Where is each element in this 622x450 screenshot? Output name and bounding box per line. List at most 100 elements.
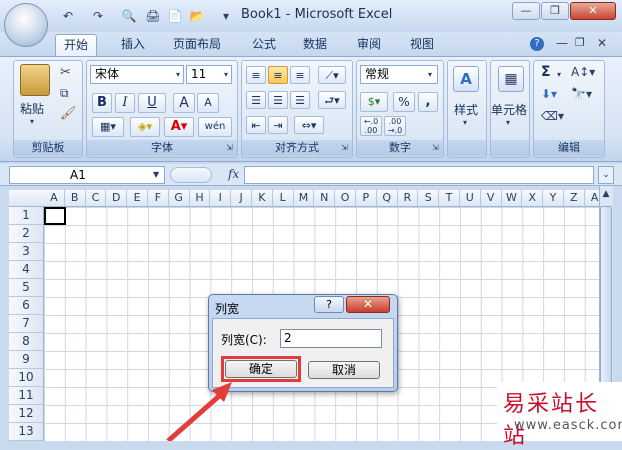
column-header[interactable]: L bbox=[273, 190, 294, 206]
styles-button[interactable]: 样式 bbox=[454, 101, 478, 118]
minimize-icon[interactable]: — bbox=[512, 2, 540, 20]
align-left-icon[interactable]: ☰ bbox=[246, 91, 266, 109]
column-width-input[interactable]: 2 bbox=[280, 329, 382, 348]
font-dialog-launcher-icon[interactable]: ⇲ bbox=[226, 143, 233, 152]
ribbon-minimize-icon[interactable]: — bbox=[556, 36, 568, 50]
row-header[interactable]: 1 bbox=[9, 207, 43, 225]
column-header[interactable]: Q bbox=[377, 190, 398, 206]
column-header[interactable]: F bbox=[148, 190, 169, 206]
scroll-thumb[interactable] bbox=[600, 206, 612, 386]
align-bottom-icon[interactable]: ≡ bbox=[290, 66, 310, 84]
align-center-icon[interactable]: ☰ bbox=[268, 91, 288, 109]
tab-review[interactable]: 审阅 bbox=[349, 34, 389, 56]
row-header[interactable]: 13 bbox=[9, 423, 43, 441]
new-file-icon[interactable]: 📄 bbox=[166, 7, 184, 25]
row-header[interactable]: 12 bbox=[9, 405, 43, 423]
row-header[interactable]: 11 bbox=[9, 387, 43, 405]
fill-icon[interactable]: ⬇▾ bbox=[541, 87, 557, 101]
tab-insert[interactable]: 插入 bbox=[113, 34, 153, 56]
percent-button[interactable]: % bbox=[393, 92, 415, 112]
sort-filter-icon[interactable]: A↕▾ bbox=[571, 65, 595, 79]
row-header[interactable]: 10 bbox=[9, 369, 43, 387]
font-color-button[interactable]: A▾ bbox=[164, 117, 194, 137]
column-header[interactable]: X bbox=[522, 190, 544, 206]
office-button[interactable] bbox=[4, 3, 48, 47]
column-header[interactable]: K bbox=[252, 190, 273, 206]
column-header[interactable]: T bbox=[439, 190, 460, 206]
open-file-icon[interactable]: 📂 bbox=[188, 7, 206, 25]
formula-bar-splitter[interactable] bbox=[170, 167, 212, 183]
cells-icon[interactable]: ▦ bbox=[498, 66, 524, 92]
expand-formula-bar-icon[interactable]: ⌄ bbox=[598, 166, 614, 184]
column-header[interactable]: W bbox=[502, 190, 523, 206]
wrap-text-icon[interactable]: ⮐▾ bbox=[318, 91, 346, 109]
copy-icon[interactable]: ⧉ bbox=[60, 86, 69, 101]
column-header[interactable]: V bbox=[481, 190, 502, 206]
print-preview-icon[interactable]: 🔍 bbox=[120, 7, 138, 25]
print-icon[interactable]: 🖨 bbox=[144, 7, 162, 25]
number-format-combo[interactable]: 常规 bbox=[360, 65, 438, 84]
redo-icon[interactable]: ↷ bbox=[90, 7, 106, 25]
insert-function-button[interactable]: fx bbox=[228, 167, 239, 181]
number-dialog-launcher-icon[interactable]: ⇲ bbox=[432, 143, 439, 152]
tab-home[interactable]: 开始 bbox=[55, 34, 98, 56]
underline-button[interactable]: U bbox=[138, 93, 166, 113]
styles-dropdown-icon[interactable]: ▾ bbox=[463, 118, 467, 127]
format-painter-icon[interactable]: 🖌 bbox=[60, 106, 77, 121]
row-header[interactable]: 6 bbox=[9, 297, 43, 315]
formula-input[interactable] bbox=[244, 166, 594, 184]
ok-button[interactable]: 确定 bbox=[225, 360, 297, 378]
column-header[interactable]: H bbox=[190, 190, 211, 206]
dialog-close-button[interactable]: ✕ bbox=[346, 296, 390, 313]
workbook-close-icon[interactable]: ✕ bbox=[597, 36, 607, 50]
autosum-button[interactable]: Σ bbox=[541, 64, 551, 80]
column-header[interactable]: A bbox=[44, 190, 65, 206]
row-header[interactable]: 3 bbox=[9, 243, 43, 261]
increase-indent-icon[interactable]: ⇥ bbox=[268, 116, 288, 134]
paste-icon[interactable] bbox=[20, 64, 50, 96]
align-right-icon[interactable]: ☰ bbox=[290, 91, 310, 109]
italic-button[interactable]: I bbox=[115, 93, 135, 113]
fill-color-button[interactable]: ◈▾ bbox=[130, 117, 160, 137]
paste-dropdown-icon[interactable]: ▾ bbox=[30, 117, 34, 126]
restore-icon[interactable]: ❐ bbox=[541, 2, 569, 20]
column-header[interactable]: O bbox=[335, 190, 356, 206]
font-name-combo[interactable]: 宋体 bbox=[90, 65, 184, 84]
scroll-up-icon[interactable]: ▲ bbox=[600, 189, 612, 201]
shrink-font-button[interactable]: A bbox=[197, 93, 219, 113]
column-header[interactable]: G bbox=[169, 190, 190, 206]
row-header[interactable]: 5 bbox=[9, 279, 43, 297]
row-header[interactable]: 7 bbox=[9, 315, 43, 333]
row-header[interactable]: 8 bbox=[9, 333, 43, 351]
align-top-icon[interactable]: ≡ bbox=[246, 66, 266, 84]
row-header[interactable]: 2 bbox=[9, 225, 43, 243]
clear-icon[interactable]: ⌫▾ bbox=[541, 109, 564, 123]
font-size-dropdown-icon[interactable]: ▾ bbox=[224, 70, 228, 79]
close-window-icon[interactable]: ✕ bbox=[570, 2, 616, 20]
tab-view[interactable]: 视图 bbox=[402, 34, 442, 56]
cut-icon[interactable]: ✂ bbox=[60, 65, 71, 80]
comma-button[interactable]: , bbox=[418, 92, 438, 112]
orientation-icon[interactable]: ⟋▾ bbox=[318, 66, 346, 84]
tab-data[interactable]: 数据 bbox=[295, 34, 335, 56]
find-select-icon[interactable]: 🔭▾ bbox=[571, 87, 592, 101]
row-header[interactable]: 4 bbox=[9, 261, 43, 279]
phonetic-button[interactable]: wén bbox=[198, 117, 232, 137]
column-header[interactable]: U bbox=[460, 190, 481, 206]
column-header[interactable]: S bbox=[418, 190, 440, 206]
borders-button[interactable]: ▦▾ bbox=[92, 117, 124, 137]
tab-formulas[interactable]: 公式 bbox=[244, 34, 284, 56]
customize-qat-icon[interactable]: ▾ bbox=[220, 7, 232, 25]
ribbon-restore-icon[interactable]: ❐ bbox=[575, 36, 585, 49]
selected-cell-a1[interactable] bbox=[44, 207, 66, 225]
cells-dropdown-icon[interactable]: ▾ bbox=[506, 118, 510, 127]
grow-font-button[interactable]: A bbox=[173, 93, 195, 113]
help-icon[interactable]: ? bbox=[530, 37, 544, 51]
column-header[interactable]: I bbox=[210, 190, 232, 206]
font-name-dropdown-icon[interactable]: ▾ bbox=[176, 70, 180, 79]
column-header[interactable]: B bbox=[65, 190, 86, 206]
tab-page-layout[interactable]: 页面布局 bbox=[165, 34, 229, 56]
column-header[interactable]: Z bbox=[564, 190, 585, 206]
number-format-dropdown-icon[interactable]: ▾ bbox=[428, 70, 432, 79]
column-header[interactable]: N bbox=[314, 190, 336, 206]
